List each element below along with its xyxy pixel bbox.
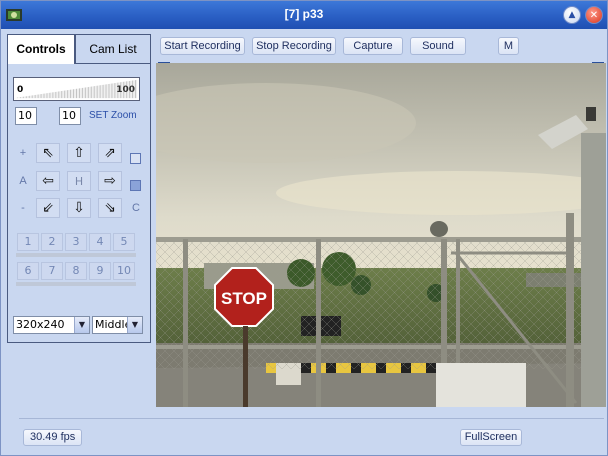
center-button[interactable]: C (128, 202, 144, 214)
fullscreen-button[interactable]: FullScreen (460, 429, 522, 446)
tab-cam-list[interactable]: Cam List (75, 34, 151, 64)
pan-down-right-button[interactable]: ⇘ (98, 198, 122, 218)
stop-sign-text: STOP (221, 289, 267, 308)
zoom-slider[interactable]: 0 100 (13, 77, 140, 101)
resolution-select[interactable]: 320x240 ▼ (13, 316, 90, 334)
dark-square-icon[interactable] (130, 180, 141, 191)
resolution-value: 320x240 (16, 318, 65, 331)
arrow-up-icon: ⇧ (73, 145, 85, 161)
zoom-out-button[interactable]: - (15, 202, 31, 214)
preset-button-6[interactable]: 6 (17, 262, 39, 280)
preset-button-9[interactable]: 9 (89, 262, 111, 280)
arrow-up-left-icon: ⇖ (42, 145, 54, 161)
zoom-in-button[interactable]: + (15, 147, 31, 159)
preset-button-8[interactable]: 8 (65, 262, 87, 280)
arrow-down-left-icon: ⇙ (42, 200, 54, 216)
tab-controls[interactable]: Controls (7, 34, 75, 64)
pan-up-left-button[interactable]: ⇖ (36, 143, 60, 163)
status-divider (19, 418, 604, 419)
stop-recording-button[interactable]: Stop Recording (252, 37, 336, 55)
arrow-left-icon: ⇦ (42, 173, 54, 189)
arrow-right-icon: ⇨ (104, 173, 116, 189)
position-select[interactable]: Middle ▼ (92, 316, 143, 334)
preset-button-10[interactable]: 10 (113, 262, 135, 280)
home-label: H (74, 174, 84, 188)
chevron-down-icon: ▼ (74, 317, 89, 333)
preset-button-7[interactable]: 7 (41, 262, 63, 280)
arrow-down-icon: ⇩ (73, 200, 85, 216)
close-icon: ✕ (589, 9, 599, 21)
arrow-up-right-icon: ⇗ (104, 145, 116, 161)
position-value: Middle (95, 318, 132, 331)
home-button[interactable]: H (67, 171, 91, 191)
camera-video-feed[interactable]: STOP (156, 63, 606, 407)
pan-down-button[interactable]: ⇩ (67, 198, 91, 218)
fps-readout: 30.49 fps (23, 429, 83, 446)
set-zoom-link[interactable]: SET Zoom (89, 110, 137, 121)
chevron-up-icon: ▲ (568, 10, 576, 20)
capture-button[interactable]: Capture (343, 37, 403, 55)
preset-button-2[interactable]: 2 (41, 233, 63, 251)
zoom-step-input[interactable]: 10 (59, 107, 81, 125)
window-title: [7] p33 (284, 7, 324, 21)
auto-button[interactable]: A (15, 175, 31, 187)
light-square-icon[interactable] (130, 153, 141, 164)
video-frame: STOP (156, 63, 606, 407)
start-recording-button[interactable]: Start Recording (160, 37, 245, 55)
pan-up-button[interactable]: ⇧ (67, 143, 91, 163)
arrow-down-right-icon: ⇘ (104, 200, 116, 216)
pan-right-button[interactable]: ⇨ (98, 171, 122, 191)
pan-left-button[interactable]: ⇦ (36, 171, 60, 191)
preset-button-1[interactable]: 1 (17, 233, 39, 251)
chevron-down-icon: ▼ (127, 317, 142, 333)
title-bar: [7] p33 ▲ ✕ (1, 1, 607, 29)
pan-up-right-button[interactable]: ⇗ (98, 143, 122, 163)
m-button[interactable]: M (498, 37, 519, 55)
minimize-button[interactable]: ▲ (563, 6, 581, 24)
preset-button-3[interactable]: 3 (65, 233, 87, 251)
zoom-value-input[interactable]: 10 (15, 107, 37, 125)
preset-divider (16, 253, 136, 257)
sound-button[interactable]: Sound (410, 37, 466, 55)
pan-down-left-button[interactable]: ⇙ (36, 198, 60, 218)
preset-divider (16, 282, 136, 286)
camera-window: [7] p33 ▲ ✕ Start Recording Stop Recordi… (0, 0, 608, 456)
zoom-min-label: 0 (17, 85, 24, 95)
preset-button-5[interactable]: 5 (113, 233, 135, 251)
zoom-max-label: 100 (116, 85, 135, 95)
preset-button-4[interactable]: 4 (89, 233, 111, 251)
close-button[interactable]: ✕ (585, 6, 603, 24)
